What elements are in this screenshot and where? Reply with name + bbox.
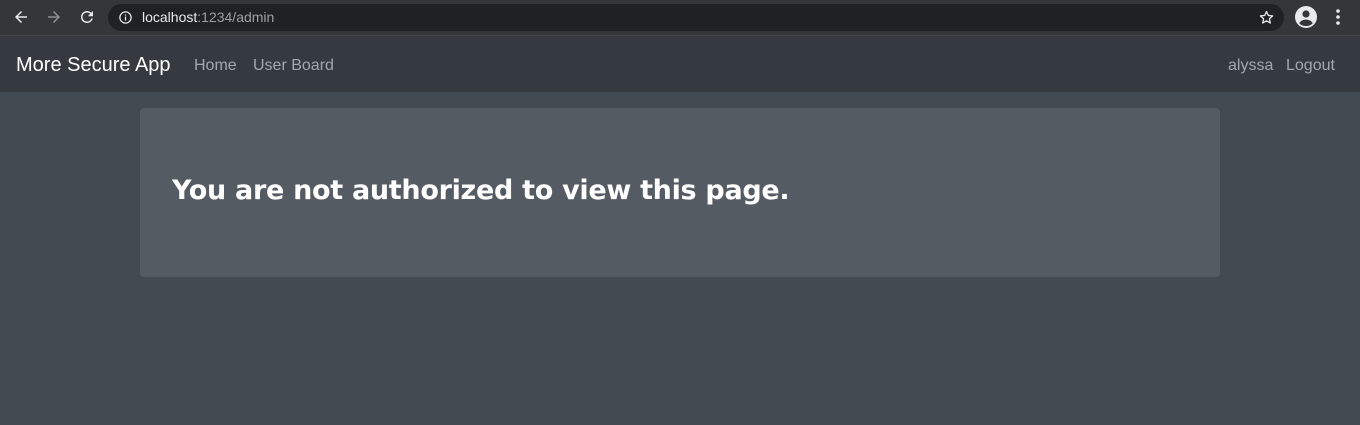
navbar-brand[interactable]: More Secure App [16, 53, 171, 77]
unauthorized-message: You are not authorized to view this page… [172, 175, 790, 206]
nav-link-logout[interactable]: Logout [1286, 56, 1335, 75]
nav-link-home[interactable]: Home [194, 56, 237, 75]
star-icon[interactable] [1258, 9, 1275, 26]
address-bar[interactable]: localhost:1234/admin [108, 4, 1284, 31]
reload-icon [81, 10, 93, 23]
url-host: localhost [142, 9, 198, 25]
nav-link-username[interactable]: alyssa [1228, 56, 1273, 75]
info-icon[interactable] [118, 10, 133, 25]
reload-button[interactable] [75, 5, 99, 29]
url-text: localhost:1234/admin [142, 10, 274, 25]
browser-toolbar: localhost:1234/admin [0, 0, 1360, 35]
nav-link-user-board[interactable]: User Board [253, 56, 334, 75]
arrow-left-icon [15, 11, 27, 23]
message-panel: You are not authorized to view this page… [140, 108, 1220, 277]
back-button[interactable] [9, 5, 33, 29]
arrow-right-icon [48, 11, 60, 23]
account-circle-icon[interactable] [1294, 5, 1318, 29]
app-navbar: More Secure App Home User Board alyssa L… [0, 35, 1360, 92]
kebab-menu-icon[interactable] [1330, 7, 1346, 27]
url-path: :1234/admin [197, 9, 275, 25]
forward-button[interactable] [42, 5, 66, 29]
